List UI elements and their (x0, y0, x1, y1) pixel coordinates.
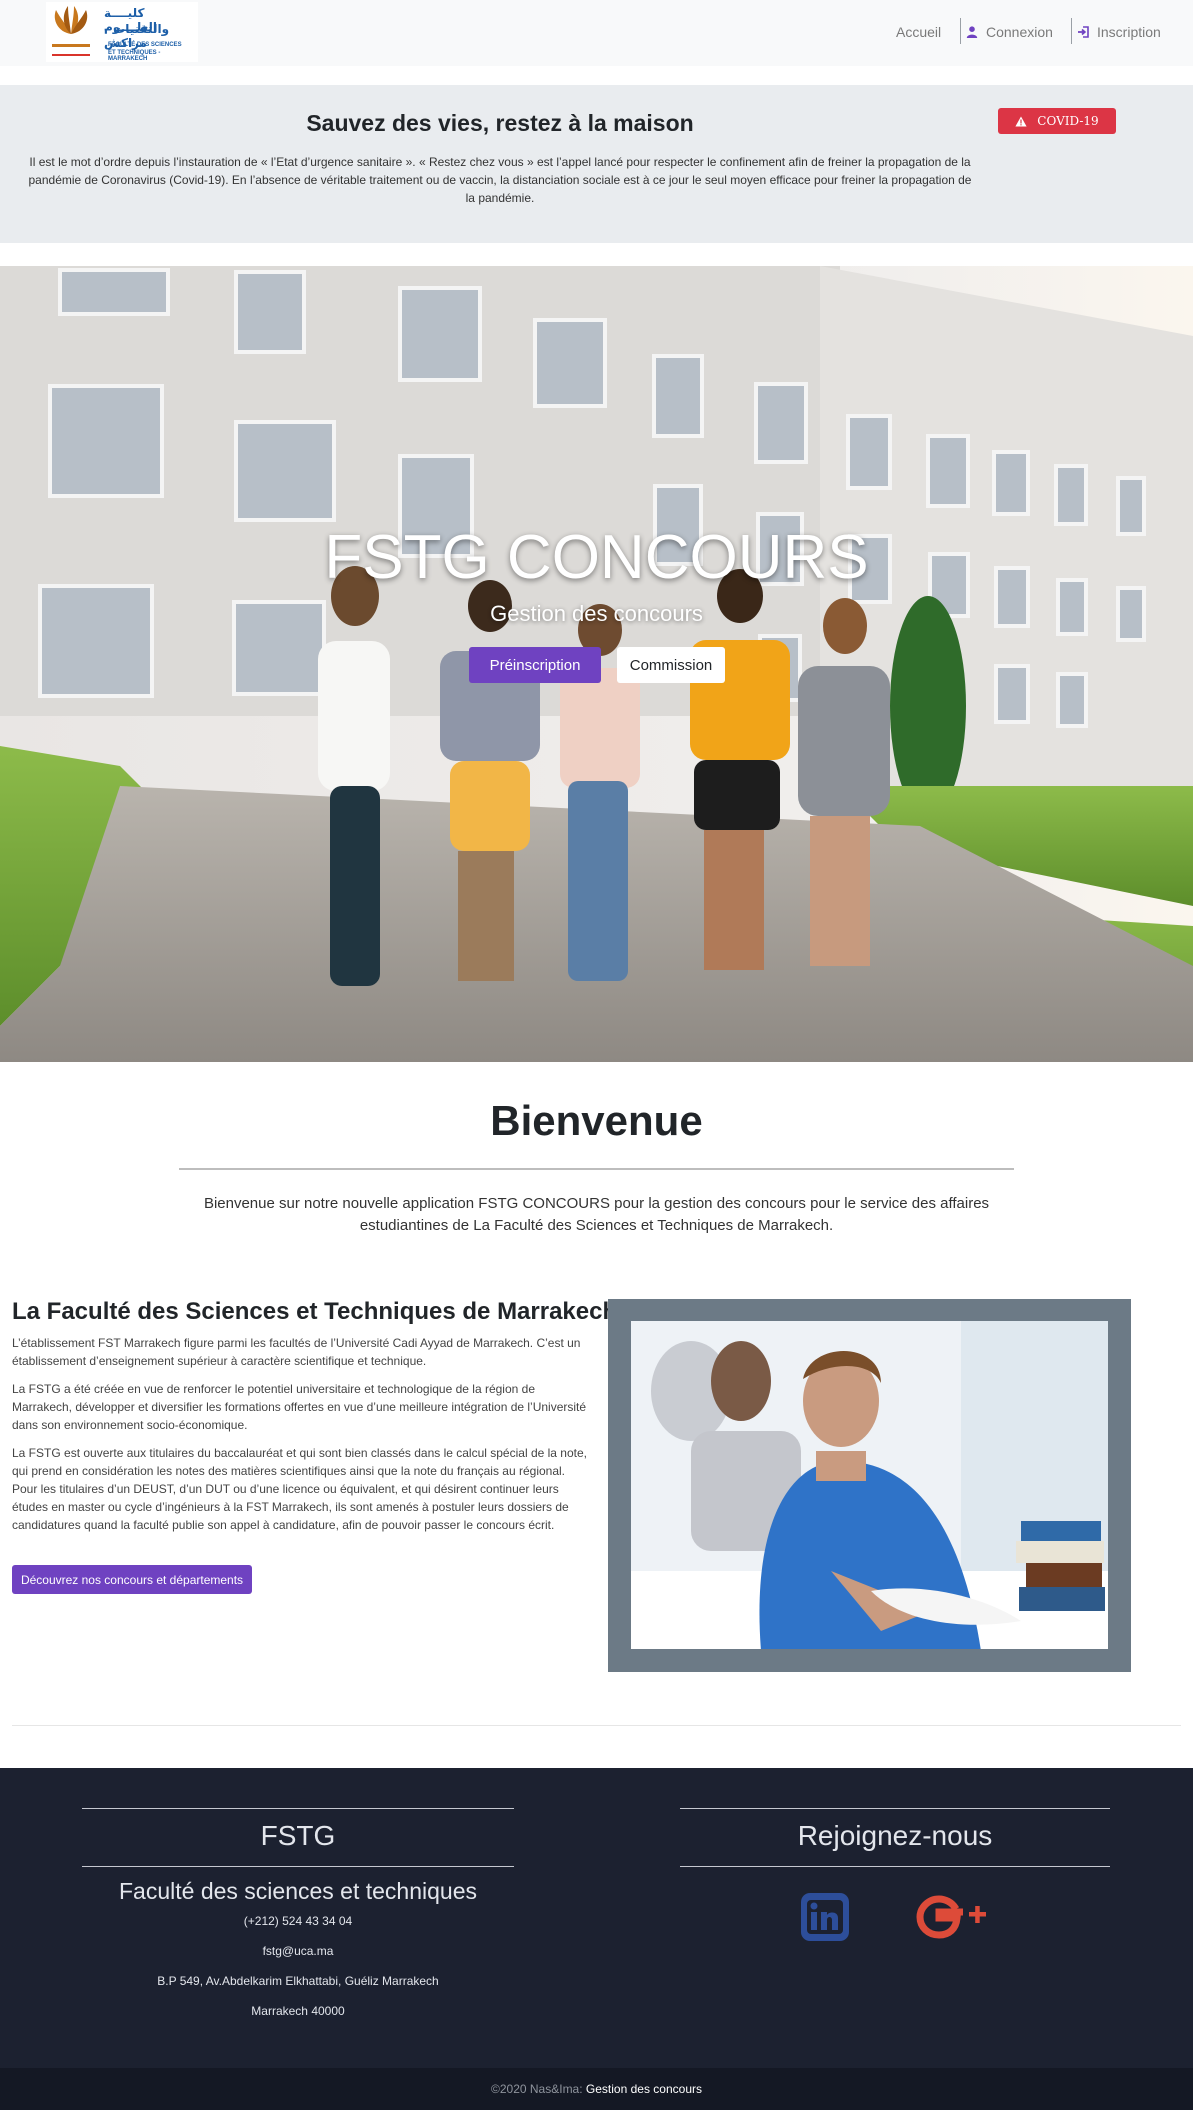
faculty-logo[interactable]: كليــــة العلــــوم والتقنيات - مراكش FA… (46, 2, 198, 62)
covid-button[interactable]: COVID-19 (998, 108, 1116, 134)
preinscription-button[interactable]: Préinscription (469, 647, 601, 683)
covid-title: Sauvez des vies, restez à la maison (306, 110, 694, 136)
nav-connexion-link[interactable]: Connexion (966, 24, 1053, 40)
welcome-divider (179, 1168, 1014, 1170)
logo-french-line2: ET TECHNIQUES - MARRAKECH (108, 50, 161, 62)
copyright-line: ©2020 Nas&Ima: Gestion des concours (0, 2082, 1193, 2096)
faculty-title: La Faculté des Sciences et Techniques de… (12, 1298, 618, 1325)
hero-subtitle: Gestion des concours (490, 601, 703, 626)
welcome-text: Bienvenue sur notre nouvelle application… (203, 1195, 990, 1234)
footer-join-title: Rejoignez-nous (797, 1820, 993, 1851)
nav-inscription-link[interactable]: Inscription (1077, 24, 1161, 40)
hero-title: FSTG CONCOURS (324, 523, 869, 592)
navbar: كليــــة العلــــوم والتقنيات - مراكش FA… (0, 0, 1193, 66)
covid-button-label: COVID-19 (1037, 114, 1099, 128)
logo-french-line1: FACULTÉ DES SCIENCES (108, 42, 182, 48)
student-photo-frame (608, 1299, 1131, 1672)
nav-connexion-label: Connexion (986, 24, 1053, 40)
copyright-text: ©2020 Nas&Ima: (491, 2082, 583, 2096)
nav-accueil-label: Accueil (896, 24, 942, 40)
bottom-app-name[interactable]: Gestion des concours (586, 2082, 702, 2096)
footer-divider (680, 1866, 1110, 1867)
footer-city: Marrakech 40000 (251, 2004, 345, 2018)
footer-divider (82, 1866, 514, 1867)
footer-divider (82, 1808, 514, 1809)
footer-faculty-subtitle: Faculté des sciences et techniques (119, 1878, 477, 1904)
user-icon (966, 26, 978, 38)
logo-emblem-icon (52, 6, 90, 56)
footer-divider (680, 1808, 1110, 1809)
covid-banner: Sauvez des vies, restez à la maison Il e… (0, 85, 1193, 243)
covid-text: Il est le mot d’ordre depuis l’instaurat… (28, 155, 972, 205)
commission-button[interactable]: Commission (617, 647, 725, 683)
student-photo (631, 1321, 1108, 1649)
faculty-paragraph: La FSTG est ouverte aux titulaires du ba… (12, 1446, 587, 1532)
warning-icon (1015, 116, 1027, 126)
linkedin-icon[interactable] (800, 1892, 850, 1942)
discover-concours-button[interactable]: Découvrez nos concours et départements (12, 1565, 252, 1594)
faculty-paragraph: La FSTG a été créée en vue de renforcer … (12, 1382, 587, 1432)
sign-in-icon (1078, 26, 1089, 38)
footer-fstg-title: FSTG (260, 1820, 336, 1851)
google-plus-icon[interactable] (916, 1892, 990, 1942)
welcome-title: Bienvenue (490, 1097, 703, 1144)
hero-banner: FSTG CONCOURS Gestion des concours Préin… (0, 266, 1193, 1062)
footer-address: B.P 549, Av.Abdelkarim Elkhattabi, Guéli… (157, 1974, 439, 1988)
footer-email[interactable]: fstg@uca.ma (82, 1944, 514, 1958)
bottom-bar: ©2020 Nas&Ima: Gestion des concours (0, 2068, 1193, 2110)
footer-phone: (+212) 524 43 34 04 (243, 1914, 353, 1928)
nav-accueil-link[interactable]: Accueil (896, 24, 941, 40)
faculty-paragraph: L’établissement FST Marrakech figure par… (12, 1336, 581, 1368)
section-divider (12, 1725, 1181, 1726)
nav-divider (960, 18, 961, 44)
nav-divider (1071, 18, 1072, 44)
nav-inscription-label: Inscription (1097, 24, 1161, 40)
footer: FSTG Faculté des sciences et techniques … (0, 1768, 1193, 2068)
